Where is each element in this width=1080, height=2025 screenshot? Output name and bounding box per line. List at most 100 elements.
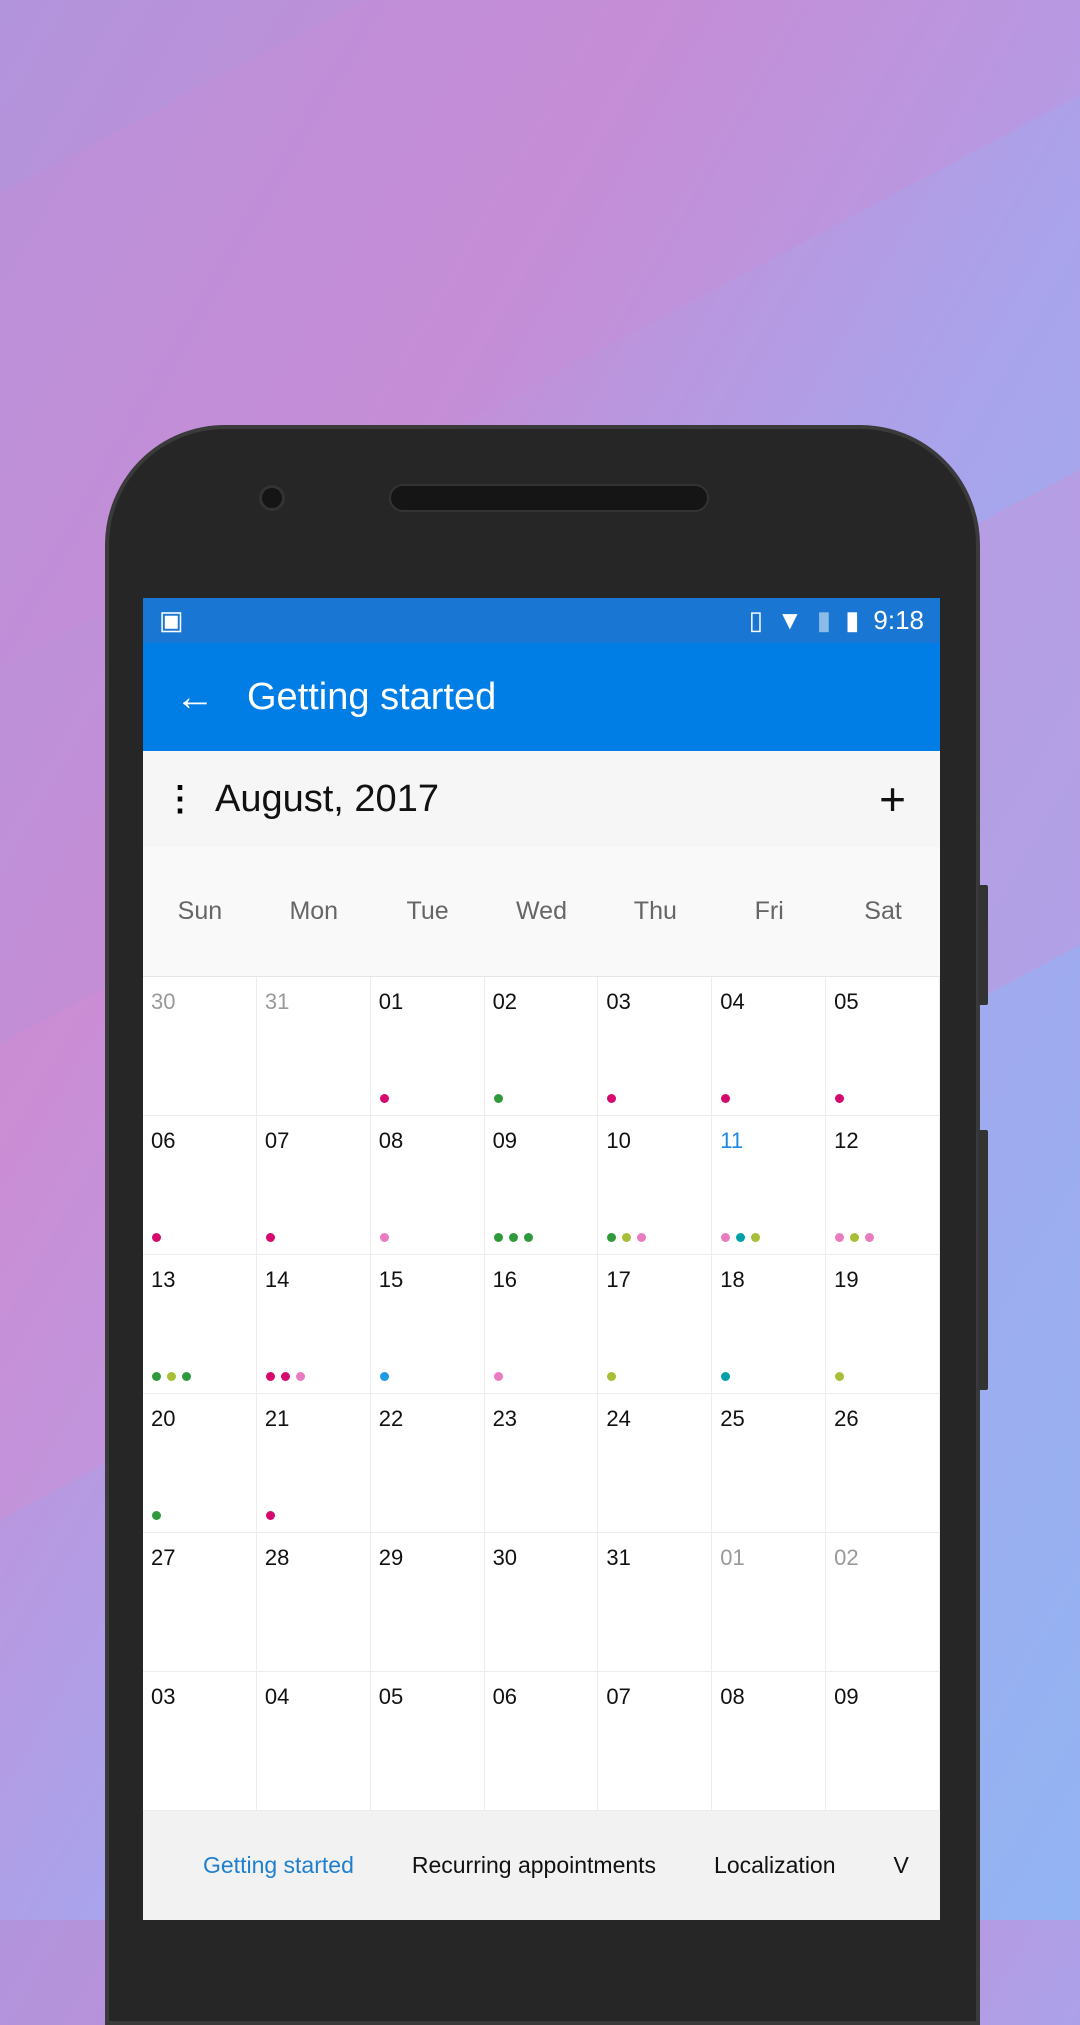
app-screen: ▣ ▯ ▼ ▮ ▮ 9:18 ← Getting started ⋮ Augus… (143, 598, 940, 1920)
day-cell[interactable]: 10 (598, 1116, 713, 1255)
event-dot (736, 1233, 746, 1242)
day-cell[interactable]: 07 (598, 1672, 713, 1811)
day-cell[interactable]: 04 (256, 1672, 371, 1811)
day-cell[interactable]: 19 (826, 1255, 940, 1394)
app-toolbar: ← Getting started (143, 643, 940, 751)
day-cell[interactable]: 31 (598, 1533, 713, 1672)
plus-icon[interactable]: + (879, 772, 920, 826)
day-cell[interactable]: 02 (484, 977, 599, 1116)
day-number: 13 (151, 1267, 176, 1292)
day-cell[interactable]: 31 (256, 977, 371, 1116)
event-dot (379, 1372, 389, 1381)
day-cell[interactable]: 01 (712, 1533, 827, 1672)
day-cell[interactable]: 25 (712, 1394, 827, 1533)
day-cell[interactable]: 14 (256, 1255, 371, 1394)
day-cell[interactable]: 08 (712, 1672, 827, 1811)
day-cell[interactable]: 17 (598, 1255, 713, 1394)
event-dots (379, 1094, 389, 1103)
event-dot (295, 1372, 305, 1381)
day-number: 08 (378, 1128, 404, 1153)
event-dot (721, 1233, 731, 1242)
day-cell[interactable]: 12 (826, 1116, 940, 1255)
weekday-label: Tue (406, 897, 449, 925)
tab-item[interactable]: Localization (688, 1852, 867, 1879)
volume-button (978, 1130, 988, 1390)
day-cell[interactable]: 15 (370, 1255, 485, 1394)
event-dots (493, 1233, 533, 1242)
event-dots (379, 1372, 389, 1381)
day-number: 23 (492, 1406, 518, 1431)
day-number: 30 (492, 1545, 518, 1570)
day-cell[interactable]: 08 (370, 1116, 485, 1255)
day-cell[interactable]: 23 (484, 1394, 599, 1533)
event-dots (607, 1094, 617, 1103)
day-cell[interactable]: 07 (256, 1116, 371, 1255)
event-dots (721, 1233, 761, 1242)
event-dot (865, 1233, 875, 1242)
event-dot (523, 1233, 533, 1242)
tab-item[interactable]: V (868, 1852, 940, 1879)
day-number: 22 (378, 1406, 404, 1431)
event-dots (607, 1372, 617, 1381)
day-number: 04 (720, 989, 745, 1014)
day-number: 19 (834, 1267, 859, 1292)
day-cell[interactable]: 26 (826, 1394, 940, 1533)
event-dots (835, 1372, 845, 1381)
day-number: 03 (151, 1684, 176, 1709)
day-cell[interactable]: 06 (484, 1672, 599, 1811)
day-cell[interactable]: 30 (484, 1533, 599, 1672)
event-dot (493, 1233, 503, 1242)
event-dots (835, 1094, 845, 1103)
day-cell[interactable]: 02 (826, 1533, 940, 1672)
day-cell[interactable]: 28 (256, 1533, 371, 1672)
day-cell[interactable]: 03 (143, 1672, 257, 1811)
event-dot (721, 1372, 731, 1381)
tab-item[interactable]: Getting started (143, 1852, 386, 1879)
day-number: 10 (606, 1128, 631, 1153)
day-cell[interactable]: 05 (826, 977, 940, 1116)
day-cell[interactable]: 18 (712, 1255, 827, 1394)
event-dot (850, 1233, 860, 1242)
day-cell[interactable]: 21 (256, 1394, 371, 1533)
event-dots (493, 1094, 503, 1103)
arrow-left-icon[interactable]: ← (143, 675, 247, 720)
event-dots (152, 1233, 161, 1242)
event-dot (835, 1372, 845, 1381)
day-cell[interactable]: 13 (143, 1255, 257, 1394)
day-cell[interactable]: 09 (484, 1116, 599, 1255)
wifi-icon: ▼ (777, 605, 803, 635)
camera (259, 485, 285, 511)
day-cell[interactable]: 22 (370, 1394, 485, 1533)
day-cell[interactable]: 06 (143, 1116, 257, 1255)
day-cell[interactable]: 24 (598, 1394, 713, 1533)
day-cell[interactable]: 16 (484, 1255, 599, 1394)
day-cell[interactable]: 27 (143, 1533, 257, 1672)
weekday-label: Wed (516, 897, 567, 925)
event-dots (152, 1372, 191, 1381)
more-vert-icon[interactable]: ⋮ (163, 779, 215, 819)
day-cell[interactable]: 04 (712, 977, 827, 1116)
day-cell[interactable]: 29 (370, 1533, 485, 1672)
event-dot (607, 1233, 617, 1242)
event-dot (493, 1094, 503, 1103)
day-cell[interactable]: 11 (712, 1116, 827, 1255)
event-dot (607, 1094, 617, 1103)
day-cell[interactable]: 20 (143, 1394, 257, 1533)
day-number: 31 (264, 989, 290, 1014)
weekday-label: Sun (177, 897, 223, 925)
tab-item[interactable]: Recurring appointments (386, 1852, 688, 1879)
day-cell[interactable]: 03 (598, 977, 713, 1116)
day-number: 12 (834, 1128, 859, 1153)
day-cell[interactable]: 30 (143, 977, 257, 1116)
event-dot (622, 1233, 632, 1242)
event-dot (182, 1372, 191, 1381)
day-number: 20 (151, 1406, 176, 1431)
event-dot (265, 1233, 275, 1242)
day-cell[interactable]: 01 (370, 977, 485, 1116)
day-cell[interactable]: 09 (826, 1672, 940, 1811)
day-number: 31 (606, 1545, 631, 1570)
day-cell[interactable]: 05 (370, 1672, 485, 1811)
event-dot (721, 1094, 731, 1103)
day-number: 30 (151, 989, 176, 1014)
no-sim-icon: ▮ (816, 605, 832, 635)
